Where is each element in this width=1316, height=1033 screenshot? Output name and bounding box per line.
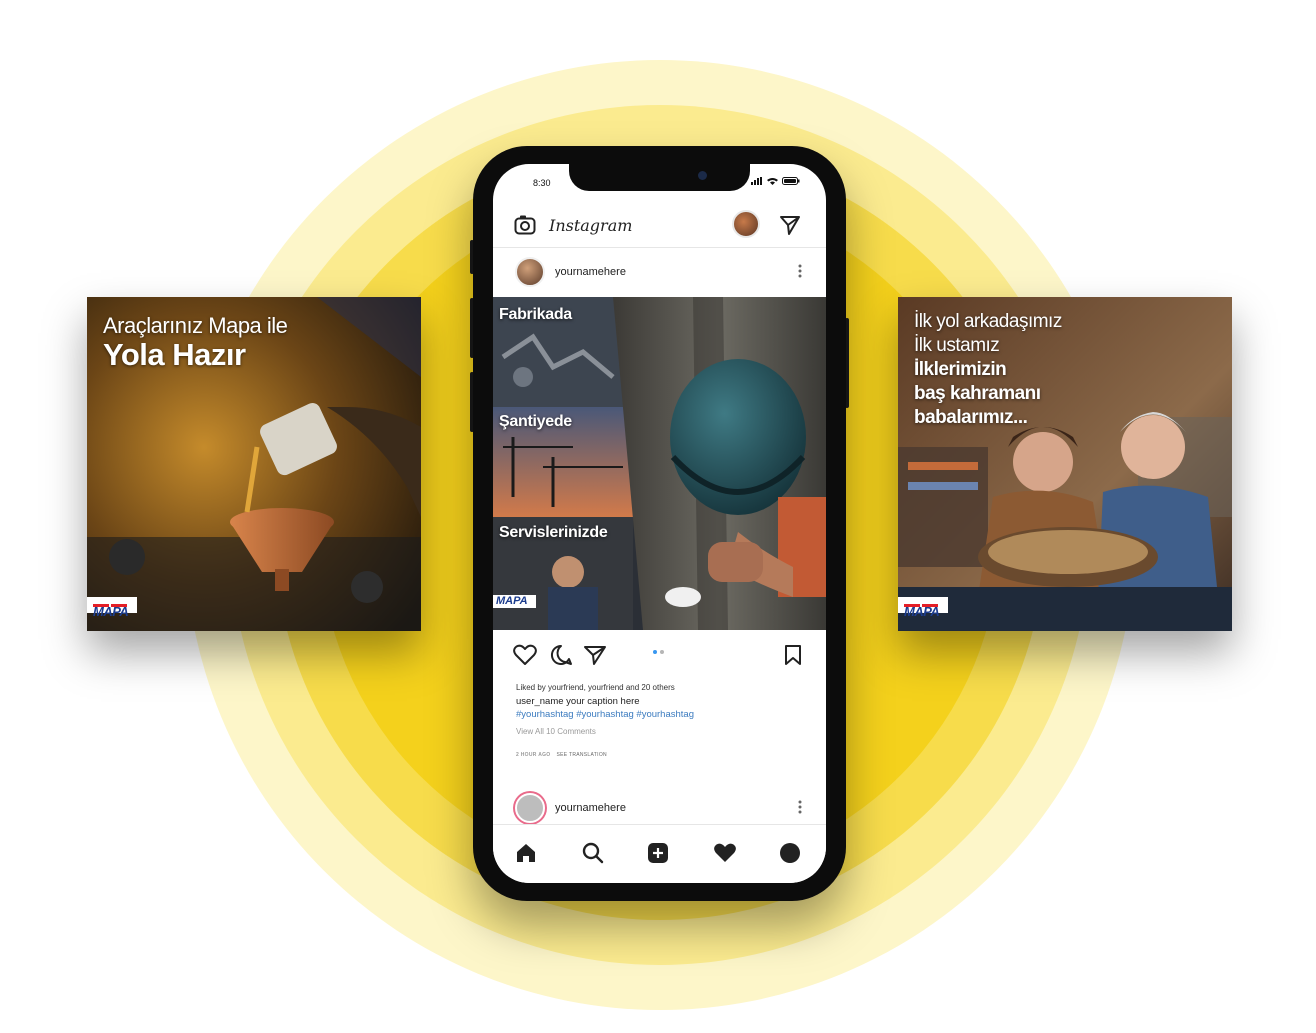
post-image[interactable]: Fabrikada Şantiyede Servislerinizde MAPA — [493, 297, 826, 630]
left-headline-line2: Yola Hazır — [103, 337, 246, 372]
post-username[interactable]: yournamehere — [555, 266, 626, 278]
right-headline-line2: İlk ustamız — [914, 335, 1000, 356]
more-options-icon[interactable] — [797, 798, 803, 816]
post-header: yournamehere — [493, 256, 826, 292]
instagram-header: Instagram — [493, 204, 826, 248]
camera-lens-icon — [698, 171, 707, 180]
signal-icon — [751, 177, 762, 185]
see-translation-link[interactable]: SEE TRANSLATION — [556, 752, 606, 758]
likes-text[interactable]: Liked by yourfriend, yourfriend and 20 o… — [516, 683, 675, 692]
home-icon[interactable] — [515, 842, 537, 864]
status-time: 8:30 — [533, 178, 551, 188]
post-actions — [493, 640, 826, 670]
post-meta: 2 HOUR AGO SEE TRANSLATION — [516, 752, 607, 758]
phone-notch — [569, 164, 750, 191]
battery-icon — [782, 177, 800, 185]
left-headline-line1: Araçlarınız Mapa ile — [103, 313, 288, 338]
right-ad-post: İlk yol arkadaşımız İlk ustamız İlklerim… — [898, 297, 1232, 631]
avatar[interactable] — [515, 257, 545, 287]
carousel-dots — [653, 650, 664, 654]
post-caption: user_name your caption here — [516, 696, 640, 707]
view-comments-link[interactable]: View All 10 Comments — [516, 727, 596, 736]
share-icon[interactable] — [583, 644, 607, 666]
status-icons — [751, 177, 800, 185]
worker-collage-image — [493, 297, 826, 630]
instagram-logo: Instagram — [549, 216, 633, 235]
post-header: yournamehere — [493, 789, 826, 825]
left-ad-post: Araçlarınız Mapa ile Yola Hazır MAPA — [87, 297, 421, 631]
post-label-construction: Şantiyede — [499, 413, 572, 430]
carousel-dot — [660, 650, 664, 654]
heart-icon[interactable] — [713, 842, 737, 864]
heart-icon[interactable] — [513, 644, 537, 666]
right-headline-line5: babalarımız... — [914, 407, 1028, 428]
mapa-logo: MAPA — [898, 597, 948, 619]
more-options-icon[interactable] — [797, 262, 803, 280]
send-icon[interactable] — [779, 214, 801, 236]
mapa-logo: MAPA — [493, 595, 536, 608]
bottom-tab-bar — [493, 824, 826, 883]
bookmark-icon[interactable] — [783, 644, 803, 666]
phone-mockup: 8:30 Instagram yournamehere Fabrikada Şa… — [473, 146, 846, 901]
wifi-icon — [767, 178, 778, 185]
right-headline-line3: İlklerimizin — [914, 359, 1007, 380]
avatar[interactable] — [515, 793, 545, 823]
carousel-dot-active — [653, 650, 657, 654]
phone-screen: 8:30 Instagram yournamehere Fabrikada Şa… — [493, 164, 826, 883]
post-hashtags[interactable]: #yourhashtag #yourhashtag #yourhashtag — [516, 709, 694, 720]
post-label-services: Servislerinizde — [499, 524, 608, 541]
camera-icon[interactable] — [514, 214, 536, 236]
add-icon[interactable] — [647, 842, 669, 864]
profile-icon[interactable] — [779, 842, 801, 864]
story-avatar[interactable] — [732, 210, 760, 238]
right-headline-line4: baş kahramanı — [914, 383, 1041, 404]
mapa-logo: MAPA — [87, 597, 137, 619]
search-icon[interactable] — [582, 842, 604, 864]
post-username[interactable]: yournamehere — [555, 802, 626, 814]
post-label-factory: Fabrikada — [499, 306, 572, 323]
comment-icon[interactable] — [549, 644, 573, 666]
post-time: 2 HOUR AGO — [516, 752, 551, 758]
right-headline-line1: İlk yol arkadaşımız — [914, 311, 1062, 332]
